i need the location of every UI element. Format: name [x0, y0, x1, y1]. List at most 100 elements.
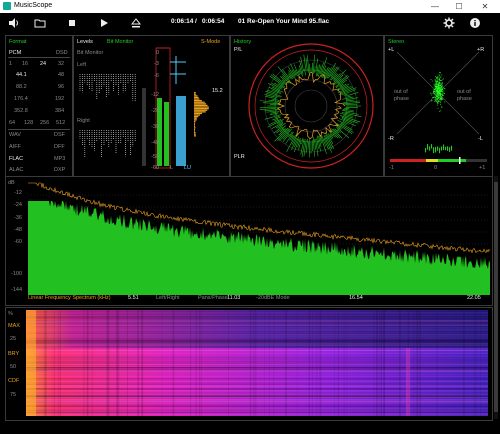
stereo-dot: [435, 97, 437, 98]
bit-monitor-tab[interactable]: Bit Monitor: [107, 39, 133, 45]
spectrogram-column: [273, 310, 275, 416]
stereo-dot: [436, 96, 438, 97]
stereo-dot: [439, 97, 441, 99]
spectrogram-band: [26, 402, 488, 404]
stereo-dot: [435, 82, 436, 84]
stereo-dot: [436, 86, 438, 87]
correlation-bar: [447, 146, 449, 151]
speaker-icon[interactable]: [8, 17, 20, 29]
scrollbar[interactable]: [494, 176, 498, 419]
ytick-24: -24: [14, 202, 22, 208]
mode-left-right[interactable]: Left/Right: [156, 295, 180, 301]
pl-label: P/L: [234, 47, 243, 53]
spectrogram-band: [26, 348, 488, 350]
stereo-dot: [437, 101, 439, 102]
spectrum-plot: [28, 182, 490, 295]
stereo-dot: [435, 100, 437, 102]
spectrogram-band: [26, 317, 488, 319]
stereo-dot: [442, 79, 444, 81]
spectrogram-column: [415, 310, 417, 416]
correlation-bar: [433, 147, 435, 154]
spectrogram-column: [106, 310, 108, 416]
spectrogram-band: [26, 315, 488, 316]
spectrogram-column: [473, 310, 476, 416]
spectrogram-band: [26, 383, 488, 385]
stereo-dot: [434, 91, 436, 93]
spectrogram-column: [126, 310, 128, 416]
spectrogram-column: [268, 310, 271, 416]
smode-bin: [194, 98, 200, 100]
spectrogram-band: [26, 328, 488, 330]
spectrogram-band: [26, 394, 488, 396]
radar-sample: [278, 128, 287, 136]
bry-label: BRY: [8, 351, 20, 357]
rate-row-3: 176.4 192: [8, 96, 70, 104]
scale-20: -20: [151, 108, 159, 114]
stereo-dot: [442, 78, 444, 80]
smode-bin: [194, 103, 207, 105]
mode-pans-phase[interactable]: Pans/Phase: [198, 295, 228, 301]
spectrogram-band: [26, 380, 488, 382]
stereo-dot: [436, 92, 438, 94]
mode-20dbe[interactable]: -20dBE Mode: [256, 295, 290, 301]
stereo-dot: [435, 91, 437, 92]
xtick-22: 22.05: [467, 295, 481, 301]
app-icon: [3, 2, 11, 10]
stereo-dot: [439, 82, 441, 83]
stereo-panel: Stereo +L +R -R -L out of phase out of p…: [384, 35, 493, 177]
spectrogram-column: [83, 310, 85, 416]
stereo-dot: [440, 82, 442, 84]
stereo-dot: [431, 80, 433, 82]
radar-sample: [270, 74, 284, 85]
dsd-128: 128: [24, 120, 34, 126]
spectrogram-band: [26, 346, 488, 348]
spectrogram-column: [172, 310, 175, 416]
minimize-button[interactable]: —: [424, 0, 446, 13]
stereo-dot: [441, 90, 442, 92]
xtick-11: 11.03: [227, 295, 241, 301]
stereo-dot: [430, 79, 432, 80]
smode-bin: [194, 101, 205, 103]
smode-bin: [194, 127, 196, 129]
spectrogram-band: [26, 330, 488, 331]
scrollbar-thumb[interactable]: [494, 182, 498, 412]
folder-icon[interactable]: [34, 17, 46, 29]
corr-max-label: +1: [479, 165, 486, 171]
smode-bin: [194, 114, 201, 116]
play-icon[interactable]: [98, 17, 110, 29]
toolbar: 0:06:14 / 0:06:54 01 Re-Open Your Mind 9…: [0, 13, 500, 33]
spectrogram-panel: % MAX 25 BRY 50 CDF 75: [5, 307, 493, 421]
close-button[interactable]: ✕: [474, 0, 496, 13]
stereo-dot: [437, 93, 439, 95]
gear-icon[interactable]: [443, 17, 455, 29]
spectrogram-band: [26, 369, 488, 371]
stereo-dot: [438, 95, 440, 97]
smode-bin: [194, 132, 196, 134]
stereo-dot: [431, 93, 433, 95]
maximize-button[interactable]: ☐: [448, 0, 470, 13]
stereo-dot: [437, 100, 439, 102]
smode-bin: [194, 117, 197, 119]
stereo-dot: [441, 93, 443, 95]
spectrogram-band: [26, 397, 488, 399]
spectrogram-band: [26, 313, 488, 315]
info-icon[interactable]: [469, 17, 481, 29]
eject-icon[interactable]: [130, 17, 142, 29]
cdf-label: CDF: [8, 378, 20, 384]
stereo-dot: [438, 94, 440, 96]
stereo-dot: [441, 106, 443, 108]
spectrogram-column: [87, 310, 89, 416]
track-title: 01 Re-Open Your Mind 95.flac: [238, 18, 330, 25]
history-radar: [248, 43, 374, 169]
ytick-144: -144: [11, 287, 23, 293]
spectrogram-column: [380, 310, 382, 416]
spectrogram-column: [346, 310, 348, 416]
spectrogram-column: [190, 310, 192, 416]
dsd-64: 64: [9, 120, 16, 126]
spectrogram-band: [26, 376, 488, 377]
spectrogram-column: [383, 310, 386, 416]
spectrogram-column: [53, 310, 56, 416]
spectrogram-column: [200, 310, 202, 416]
stop-icon[interactable]: [66, 17, 78, 29]
smode-bin: [194, 130, 195, 132]
